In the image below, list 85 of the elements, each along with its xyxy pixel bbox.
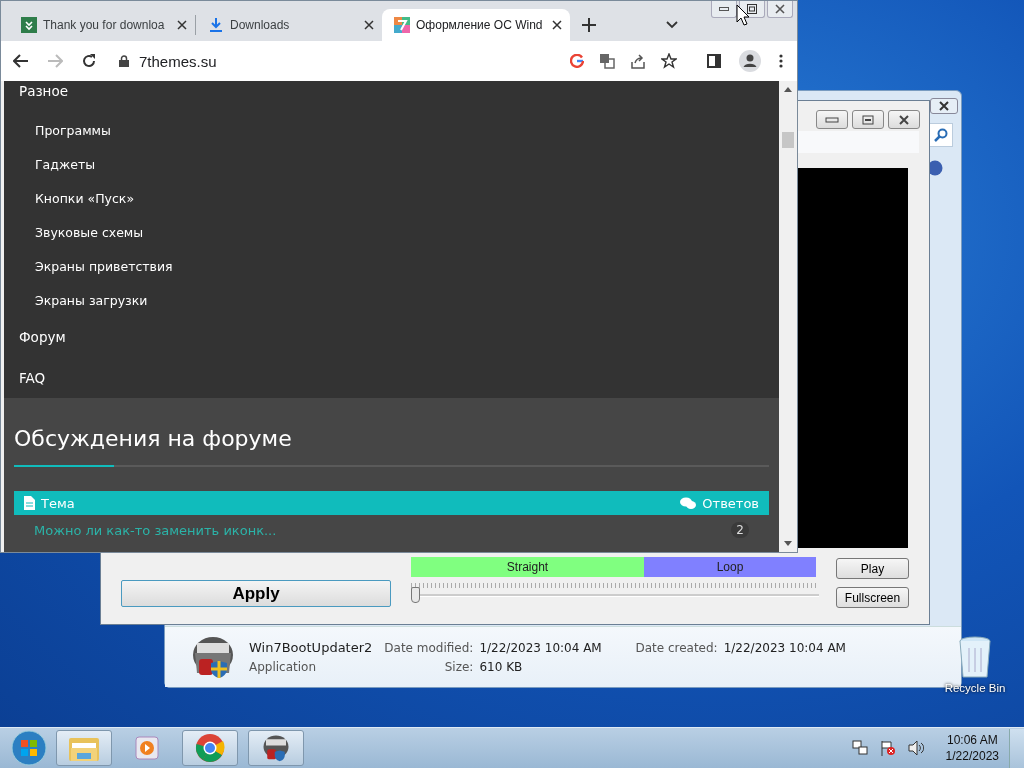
menu-icon[interactable] — [779, 54, 783, 68]
close-button[interactable] — [888, 110, 920, 129]
taskbar-button[interactable] — [182, 730, 238, 766]
close-tab-icon[interactable] — [364, 20, 374, 30]
mode-segment[interactable]: Straight — [411, 557, 644, 577]
maximize-button[interactable] — [852, 110, 884, 129]
submenu-item[interactable]: Программы — [4, 123, 111, 157]
start-button[interactable] — [10, 729, 48, 767]
clock-date[interactable]: 1/22/2023 — [945, 749, 999, 763]
back-icon[interactable] — [13, 54, 29, 68]
browser-tab[interactable]: Оформление ОС Wind — [382, 9, 570, 41]
download-icon — [208, 17, 224, 33]
field-value: 610 KB — [479, 659, 524, 674]
close-tab-icon[interactable] — [177, 20, 187, 30]
apply-button[interactable]: Apply — [121, 580, 391, 607]
submenu-item[interactable]: Экраны приветствия — [4, 259, 173, 293]
close-button[interactable] — [767, 1, 793, 18]
minimize-button[interactable] — [816, 110, 848, 129]
mode-segment[interactable]: Loop — [644, 557, 816, 577]
close-icon — [897, 114, 911, 125]
minimize-icon — [825, 116, 839, 123]
translate-icon[interactable] — [599, 53, 615, 69]
submenu-item[interactable]: Звуковые схемы — [4, 225, 144, 259]
share-icon[interactable] — [630, 53, 646, 69]
site-icon — [21, 17, 37, 33]
search-icon[interactable] — [929, 123, 953, 147]
taskbar-button[interactable] — [248, 730, 304, 766]
reply-count: 2 — [731, 522, 749, 538]
folder-icon — [69, 735, 99, 761]
comments-icon — [680, 496, 697, 510]
restore-icon — [747, 4, 757, 14]
scroll-up-icon[interactable] — [784, 87, 792, 92]
play-button[interactable]: Play — [836, 558, 909, 579]
minimize-icon — [719, 7, 729, 11]
submenu-item[interactable]: Экраны загрузки — [4, 293, 148, 327]
section-title: Обсуждения на форуме — [14, 426, 293, 451]
column-header: Ответов — [702, 495, 759, 511]
clock-time[interactable]: 10:06 AM — [946, 733, 998, 747]
menu-item[interactable]: Разное — [4, 81, 68, 123]
desktop-icon-label[interactable]: Recycle Bin — [944, 682, 1006, 694]
profile-icon[interactable] — [739, 50, 761, 72]
menu-item[interactable]: FAQ — [4, 368, 46, 398]
application-icon — [261, 733, 291, 763]
reload-icon[interactable] — [81, 53, 97, 69]
media-player-icon — [134, 735, 160, 761]
field-value: 1/22/2023 10:04 AM — [723, 640, 846, 655]
close-icon — [774, 4, 786, 14]
lock-icon — [119, 55, 129, 67]
document-icon — [24, 496, 35, 510]
file-type: Application — [249, 660, 318, 674]
browser-tab[interactable]: Downloads — [196, 9, 382, 41]
close-button[interactable] — [930, 98, 958, 114]
flag-icon[interactable] — [879, 740, 896, 756]
field-label: Date modified: — [384, 640, 474, 655]
submenu-item[interactable]: Кнопки «Пуск» — [4, 191, 135, 225]
fullscreen-button[interactable]: Fullscreen — [836, 587, 909, 608]
field-value: 1/22/2023 10:04 AM — [479, 640, 603, 655]
star-icon[interactable] — [661, 53, 677, 69]
taskbar-button[interactable] — [56, 730, 112, 766]
network-icon[interactable] — [851, 740, 868, 756]
side-panel-icon[interactable] — [707, 54, 721, 68]
scrollbar[interactable] — [779, 81, 797, 552]
column-header: Тема — [41, 495, 75, 511]
site-icon — [394, 17, 410, 33]
menu-item[interactable]: Форум — [4, 327, 66, 368]
close-icon — [937, 101, 951, 111]
minimize-button[interactable] — [711, 1, 737, 18]
maximize-icon — [862, 114, 874, 125]
speaker-icon[interactable] — [907, 740, 924, 756]
file-name: Win7BootUpdater2 — [249, 640, 373, 655]
scroll-down-icon[interactable] — [784, 541, 792, 546]
new-tab-icon[interactable] — [582, 18, 596, 32]
field-label: Date created: — [635, 640, 718, 655]
submenu-item[interactable]: Гаджеты — [4, 157, 96, 191]
field-label: Size: — [444, 659, 474, 674]
google-icon[interactable] — [570, 54, 584, 68]
chevron-down-icon[interactable] — [666, 21, 678, 29]
cursor-icon — [736, 4, 750, 26]
browser-tab[interactable]: Thank you for downloa — [9, 9, 195, 41]
slider-thumb[interactable] — [411, 587, 420, 603]
recycle-bin-icon[interactable] — [958, 636, 992, 680]
scrollbar-thumb[interactable] — [782, 132, 794, 148]
chrome-icon — [195, 733, 225, 763]
topic-link[interactable]: Можно ли как-то заменить иконк... — [34, 522, 277, 538]
close-tab-icon[interactable] — [552, 20, 562, 30]
